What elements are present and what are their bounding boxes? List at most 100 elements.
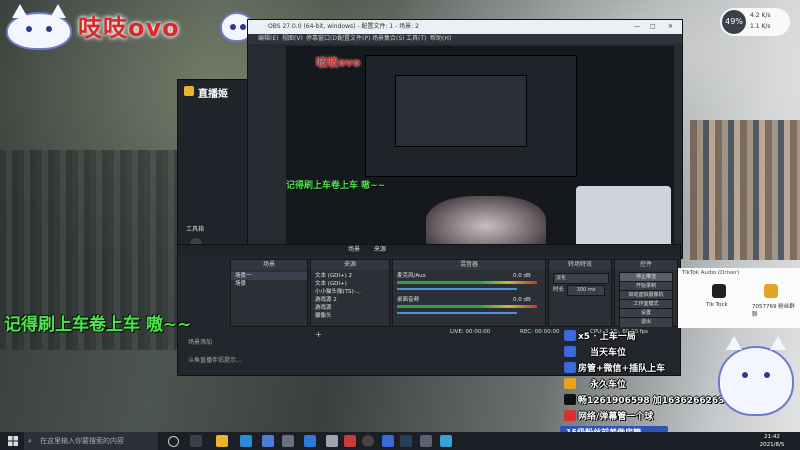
music-item[interactable]: Tik Tock bbox=[706, 302, 728, 308]
livehime-logo-icon bbox=[184, 86, 194, 96]
source-item[interactable]: 文本 (GDI+) bbox=[315, 280, 347, 288]
tab-scenes[interactable]: 场景 bbox=[348, 245, 360, 255]
scenes-header: 场景 bbox=[231, 260, 307, 270]
preview-caption: 记得刷上车卷上车 嗷~~ bbox=[286, 181, 386, 191]
menu-help[interactable]: 帮助(H) bbox=[430, 34, 451, 44]
calendar-icon bbox=[564, 346, 576, 357]
store-icon[interactable] bbox=[262, 435, 274, 447]
star-icon bbox=[564, 378, 576, 389]
clock-time: 21:42 bbox=[764, 434, 780, 440]
menu-tools[interactable]: 工具(T) bbox=[406, 34, 426, 44]
obs-preview-canvas[interactable] bbox=[286, 46, 674, 261]
obs-title: OBS 27.0.0 (64-bit, windows) - 配置文件: 1 -… bbox=[268, 23, 419, 30]
info-line: 永久车位 bbox=[590, 380, 627, 390]
explorer-icon[interactable] bbox=[216, 435, 228, 447]
live-timer: LIVE: 00:00:00 bbox=[450, 329, 491, 335]
menu-profile[interactable]: 配置文件(P) bbox=[338, 34, 370, 44]
add-source-icon[interactable]: + bbox=[315, 330, 322, 339]
taskbar-search-box[interactable]: ⌕ 在这里输入你要搜索的内容 bbox=[24, 432, 158, 450]
qq-icon bbox=[564, 330, 576, 341]
source-item[interactable]: 游戏源 bbox=[315, 304, 332, 312]
mixer-header: 混音器 bbox=[393, 260, 545, 270]
tiktok-icon bbox=[564, 394, 576, 405]
duration-input[interactable]: 300 ms bbox=[567, 285, 605, 296]
mixer-meter bbox=[397, 305, 537, 308]
scenes-panel: 场景 场景一 场景 bbox=[230, 259, 308, 327]
livehime-footer-notice: 斗鱼直播伴侣提示... bbox=[188, 357, 242, 364]
volume-slider[interactable] bbox=[397, 312, 517, 314]
obs-menubar: 编辑(E) 视图(V) 停靠窗口(D) 配置文件(P) 场景集合(S) 工具(T… bbox=[248, 34, 682, 44]
task-view-icon[interactable] bbox=[190, 435, 202, 447]
livehime-title: 直播姬 bbox=[198, 89, 228, 100]
wechat-icon bbox=[564, 362, 576, 373]
mixer-channel-db: 0.0 dB bbox=[513, 273, 531, 279]
wallpaper-bookshelf-right bbox=[690, 120, 800, 260]
app-icon[interactable] bbox=[420, 435, 432, 447]
menu-view[interactable]: 视图(V) bbox=[282, 34, 303, 44]
app-icon[interactable] bbox=[344, 435, 356, 447]
transition-select[interactable]: 淡化 bbox=[553, 273, 609, 284]
network-percent: 49% bbox=[722, 10, 746, 34]
info-line: x5 · 上车一局 bbox=[578, 332, 636, 342]
controls-header: 控件 bbox=[615, 260, 677, 270]
info-line: 房管+微信+插队上车 bbox=[578, 364, 666, 374]
taskbar-clock[interactable]: 21:42 2021/8/5 bbox=[752, 433, 792, 449]
mixer-meter bbox=[397, 281, 537, 284]
tiktok-icon[interactable] bbox=[712, 284, 726, 298]
close-icon[interactable]: ✕ bbox=[668, 20, 673, 34]
tab-sources[interactable]: 来源 bbox=[374, 245, 386, 255]
mixer-panel: 混音器 麦克风/Aux 0.0 dB 桌面音频 0.0 dB bbox=[392, 259, 546, 327]
info-line: 网络/弹幕管一个球 bbox=[578, 412, 654, 422]
edge-icon[interactable] bbox=[240, 435, 252, 447]
music-item[interactable]: 7057769 粉丝群聊 bbox=[752, 302, 800, 318]
app-icon[interactable] bbox=[326, 435, 338, 447]
app-icon[interactable] bbox=[282, 435, 294, 447]
scene-item[interactable]: 场景 bbox=[235, 280, 246, 288]
transitions-header: 转场特效 bbox=[549, 260, 611, 270]
stream-caption: 记得刷上车卷上车 嗷~~ bbox=[4, 315, 192, 335]
app-icon[interactable] bbox=[304, 435, 316, 447]
mixer-channel-db: 0.0 dB bbox=[513, 297, 531, 303]
network-upload: 4.2 K/s bbox=[750, 12, 771, 19]
app-icon[interactable] bbox=[382, 435, 394, 447]
obs-status-bar: LIVE: 00:00:00 REC: 00:00:00 CPU: 3.1%, … bbox=[440, 327, 680, 337]
network-speed-widget[interactable]: 49% 4.2 K/s 1.1 K/s bbox=[720, 8, 790, 36]
windows-start-icon[interactable] bbox=[8, 436, 18, 446]
maximize-icon[interactable]: □ bbox=[650, 20, 656, 34]
info-line: 畅1261906598 加1636266263 bbox=[578, 396, 725, 406]
preview-nested-window-2 bbox=[396, 76, 526, 146]
menu-edit[interactable]: 编辑(E) bbox=[258, 34, 278, 44]
mascot-bottom-right bbox=[720, 336, 792, 414]
duration-label: 时长 bbox=[553, 287, 565, 293]
minimize-icon[interactable]: — bbox=[634, 20, 640, 34]
obs-titlebar[interactable]: OBS 27.0.0 (64-bit, windows) - 配置文件: 1 -… bbox=[248, 20, 682, 34]
livehime-footer-left: 场景添加 bbox=[188, 339, 213, 346]
source-item[interactable]: 小小猫头咖(TS)-... bbox=[315, 288, 361, 296]
music-app-title: TikTok Audio (Driver) bbox=[682, 270, 740, 276]
search-icon: ⌕ bbox=[28, 437, 32, 445]
source-item[interactable]: 文本 (GDI+) 2 bbox=[315, 272, 352, 280]
mixer-channel-label: 麦克风/Aux bbox=[397, 273, 426, 279]
mascot-top-left bbox=[8, 4, 70, 48]
clock-date: 2021/8/5 bbox=[759, 442, 785, 448]
cortana-icon[interactable] bbox=[168, 436, 179, 447]
menu-scene-collection[interactable]: 场景集合(S) bbox=[372, 34, 405, 44]
obs-taskbar-icon[interactable] bbox=[362, 435, 374, 447]
search-placeholder: 在这里输入你要搜索的内容 bbox=[40, 437, 124, 445]
group-icon[interactable] bbox=[764, 284, 778, 298]
streamer-name: 吱吱ovo bbox=[78, 14, 180, 42]
scene-tab-bar: 场景 来源 bbox=[178, 245, 680, 255]
obs-window[interactable]: OBS 27.0.0 (64-bit, windows) - 配置文件: 1 -… bbox=[248, 20, 682, 261]
volume-slider[interactable] bbox=[397, 288, 517, 290]
scene-item[interactable]: 场景一 bbox=[231, 272, 307, 280]
source-item[interactable]: 游戏源 2 bbox=[315, 296, 337, 304]
rec-timer: REC: 00:00:00 bbox=[520, 329, 560, 335]
app-icon[interactable] bbox=[440, 435, 452, 447]
source-item[interactable]: 摄像头 bbox=[315, 312, 332, 320]
menu-docks[interactable]: 停靠窗口(D) bbox=[306, 34, 339, 44]
music-app-window[interactable]: TikTok Audio (Driver) Tik Tock 7057769 粉… bbox=[678, 268, 800, 328]
network-download: 1.1 K/s bbox=[750, 23, 771, 30]
steam-icon[interactable] bbox=[400, 435, 412, 447]
controls-panel: 控件 停止推流 开始录制 启动虚拟摄像机 工作室模式 设置 退出 bbox=[614, 259, 678, 328]
sources-panel: 来源 文本 (GDI+) 2 文本 (GDI+) 小小猫头咖(TS)-... 游… bbox=[310, 259, 390, 339]
